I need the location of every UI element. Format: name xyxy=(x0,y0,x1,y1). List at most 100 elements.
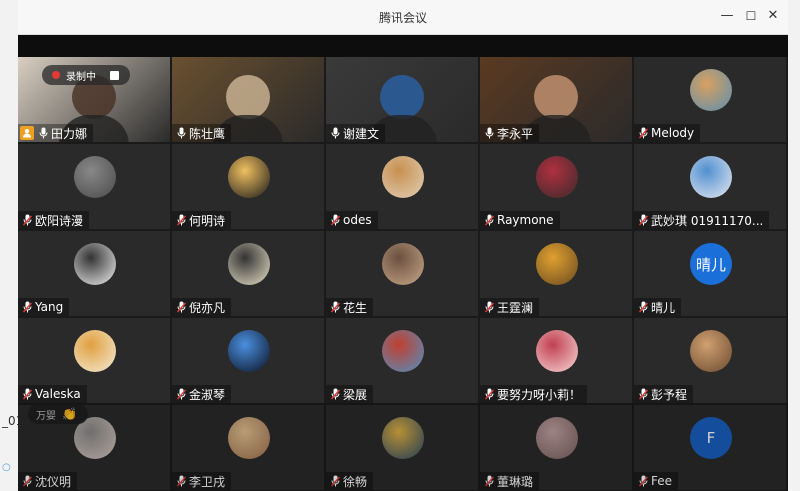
participant-name: 倪亦凡 xyxy=(189,300,226,315)
avatar-initial: 晴儿 xyxy=(695,255,726,274)
avatar xyxy=(690,330,732,372)
name-bar: 沈仪明 xyxy=(18,472,78,490)
participant-tile[interactable]: 彭予程 xyxy=(634,318,786,403)
microphone-muted-icon xyxy=(637,300,649,314)
name-bar: Yang xyxy=(18,298,70,316)
participant-tile[interactable]: 李永平 xyxy=(480,57,632,142)
name-bar: 要努力呀小莉！ xyxy=(480,385,588,403)
stop-icon[interactable] xyxy=(110,70,119,80)
avatar xyxy=(228,243,270,285)
participant-tile[interactable]: 梁展 xyxy=(326,318,478,403)
participant-tile[interactable]: 谢建文 xyxy=(326,57,478,142)
avatar xyxy=(382,156,424,198)
participant-tile[interactable]: 董琳璐 xyxy=(480,405,632,490)
name-bar: 欧阳诗漫 xyxy=(18,211,90,229)
avatar xyxy=(74,243,116,285)
microphone-muted-icon xyxy=(175,300,187,314)
recording-badge[interactable]: 录制中 xyxy=(42,65,130,85)
microphone-muted-icon xyxy=(637,213,649,227)
name-bar: 倪亦凡 xyxy=(172,298,232,316)
participant-name: Fee xyxy=(651,474,673,488)
right-window-edge xyxy=(788,0,800,491)
avatar-initial: F xyxy=(706,429,716,447)
name-bar: 晴儿 xyxy=(634,298,682,316)
microphone-muted-icon xyxy=(329,474,341,488)
participant-tile[interactable]: Raymone xyxy=(480,144,632,229)
name-bar: 田力娜 xyxy=(18,124,94,142)
microphone-muted-icon xyxy=(637,387,649,401)
participant-name: odes xyxy=(343,213,372,227)
microphone-muted-icon xyxy=(483,300,495,314)
avatar xyxy=(382,330,424,372)
microphone-muted-icon xyxy=(21,474,33,488)
participant-tile[interactable]: 花生 xyxy=(326,231,478,316)
name-bar: 董琳璐 xyxy=(480,472,540,490)
participant-name: 谢建文 xyxy=(343,126,380,141)
participant-tile[interactable]: 倪亦凡 xyxy=(172,231,324,316)
microphone-muted-icon xyxy=(483,387,495,401)
name-bar: 谢建文 xyxy=(326,124,386,142)
participant-name: 董琳璐 xyxy=(497,474,534,489)
avatar xyxy=(228,330,270,372)
participant-name: Yang xyxy=(35,300,64,314)
name-bar: 彭予程 xyxy=(634,385,694,403)
participant-name: 田力娜 xyxy=(51,126,88,141)
reaction-toast: 万婴 👏 xyxy=(28,404,88,424)
participant-tile[interactable]: 徐畅 xyxy=(326,405,478,490)
reaction-sender: 万婴 xyxy=(36,410,56,422)
avatar xyxy=(228,417,270,459)
participant-tile[interactable]: 要努力呀小莉！ xyxy=(480,318,632,403)
avatar xyxy=(536,243,578,285)
participant-tile[interactable]: Melody xyxy=(634,57,786,142)
avatar: F xyxy=(690,417,732,459)
minimize-button[interactable]: — xyxy=(718,7,736,25)
name-bar: Melody xyxy=(634,124,701,142)
name-bar: 花生 xyxy=(326,298,374,316)
name-bar: 徐畅 xyxy=(326,472,374,490)
participant-tile[interactable]: Yang xyxy=(18,231,170,316)
participant-tile[interactable]: 李卫戌 xyxy=(172,405,324,490)
name-bar: 李卫戌 xyxy=(172,472,232,490)
name-bar: Raymone xyxy=(480,211,560,229)
participant-name: 彭予程 xyxy=(651,387,688,402)
name-bar: Valeska xyxy=(18,385,87,403)
microphone-muted-icon xyxy=(21,300,33,314)
microphone-muted-icon xyxy=(637,474,649,488)
avatar xyxy=(690,69,732,111)
title-bar: 腾讯会议 — ☐ ✕ xyxy=(18,0,788,35)
participant-name: 何明诗 xyxy=(189,213,226,228)
participant-name: 武妙琪 01911170... xyxy=(651,213,764,228)
name-bar: odes xyxy=(326,211,378,229)
participant-tile[interactable]: 陈壮鹰 xyxy=(172,57,324,142)
participant-tile[interactable]: 金淑琴 xyxy=(172,318,324,403)
microphone-muted-icon xyxy=(483,213,495,227)
participant-tile[interactable]: 录制中田力娜 xyxy=(18,57,170,142)
microphone-icon xyxy=(483,126,495,140)
participant-tile[interactable]: 欧阳诗漫 xyxy=(18,144,170,229)
participant-tile[interactable]: 王霆澜 xyxy=(480,231,632,316)
participant-tile[interactable]: 何明诗 xyxy=(172,144,324,229)
participant-name: 王霆澜 xyxy=(497,300,534,315)
microphone-icon xyxy=(37,126,49,140)
participant-name: Melody xyxy=(651,126,695,140)
participant-name: Valeska xyxy=(35,387,81,401)
name-bar: Fee xyxy=(634,472,679,490)
participant-tile[interactable]: odes xyxy=(326,144,478,229)
participant-name: 欧阳诗漫 xyxy=(35,213,84,228)
maximize-button[interactable]: ☐ xyxy=(742,7,760,25)
host-icon xyxy=(20,126,34,140)
avatar xyxy=(536,330,578,372)
microphone-muted-icon xyxy=(21,387,33,401)
clap-icon: 👏 xyxy=(62,407,77,421)
participant-tile[interactable]: 武妙琪 01911170... xyxy=(634,144,786,229)
participant-tile[interactable]: 晴儿 晴儿 xyxy=(634,231,786,316)
close-button[interactable]: ✕ xyxy=(764,7,782,25)
participant-grid: 录制中 田力娜 陈壮鹰 谢建文 李永平 Melody 欧阳诗漫 何明诗 odes Raymone 武… xyxy=(18,57,788,491)
participant-tile[interactable]: F Fee xyxy=(634,405,786,490)
participant-name: Raymone xyxy=(497,213,554,227)
name-bar: 李永平 xyxy=(480,124,540,142)
participant-tile[interactable]: Valeska xyxy=(18,318,170,403)
microphone-icon xyxy=(329,126,341,140)
avatar xyxy=(536,156,578,198)
participant-name: 李永平 xyxy=(497,126,534,141)
